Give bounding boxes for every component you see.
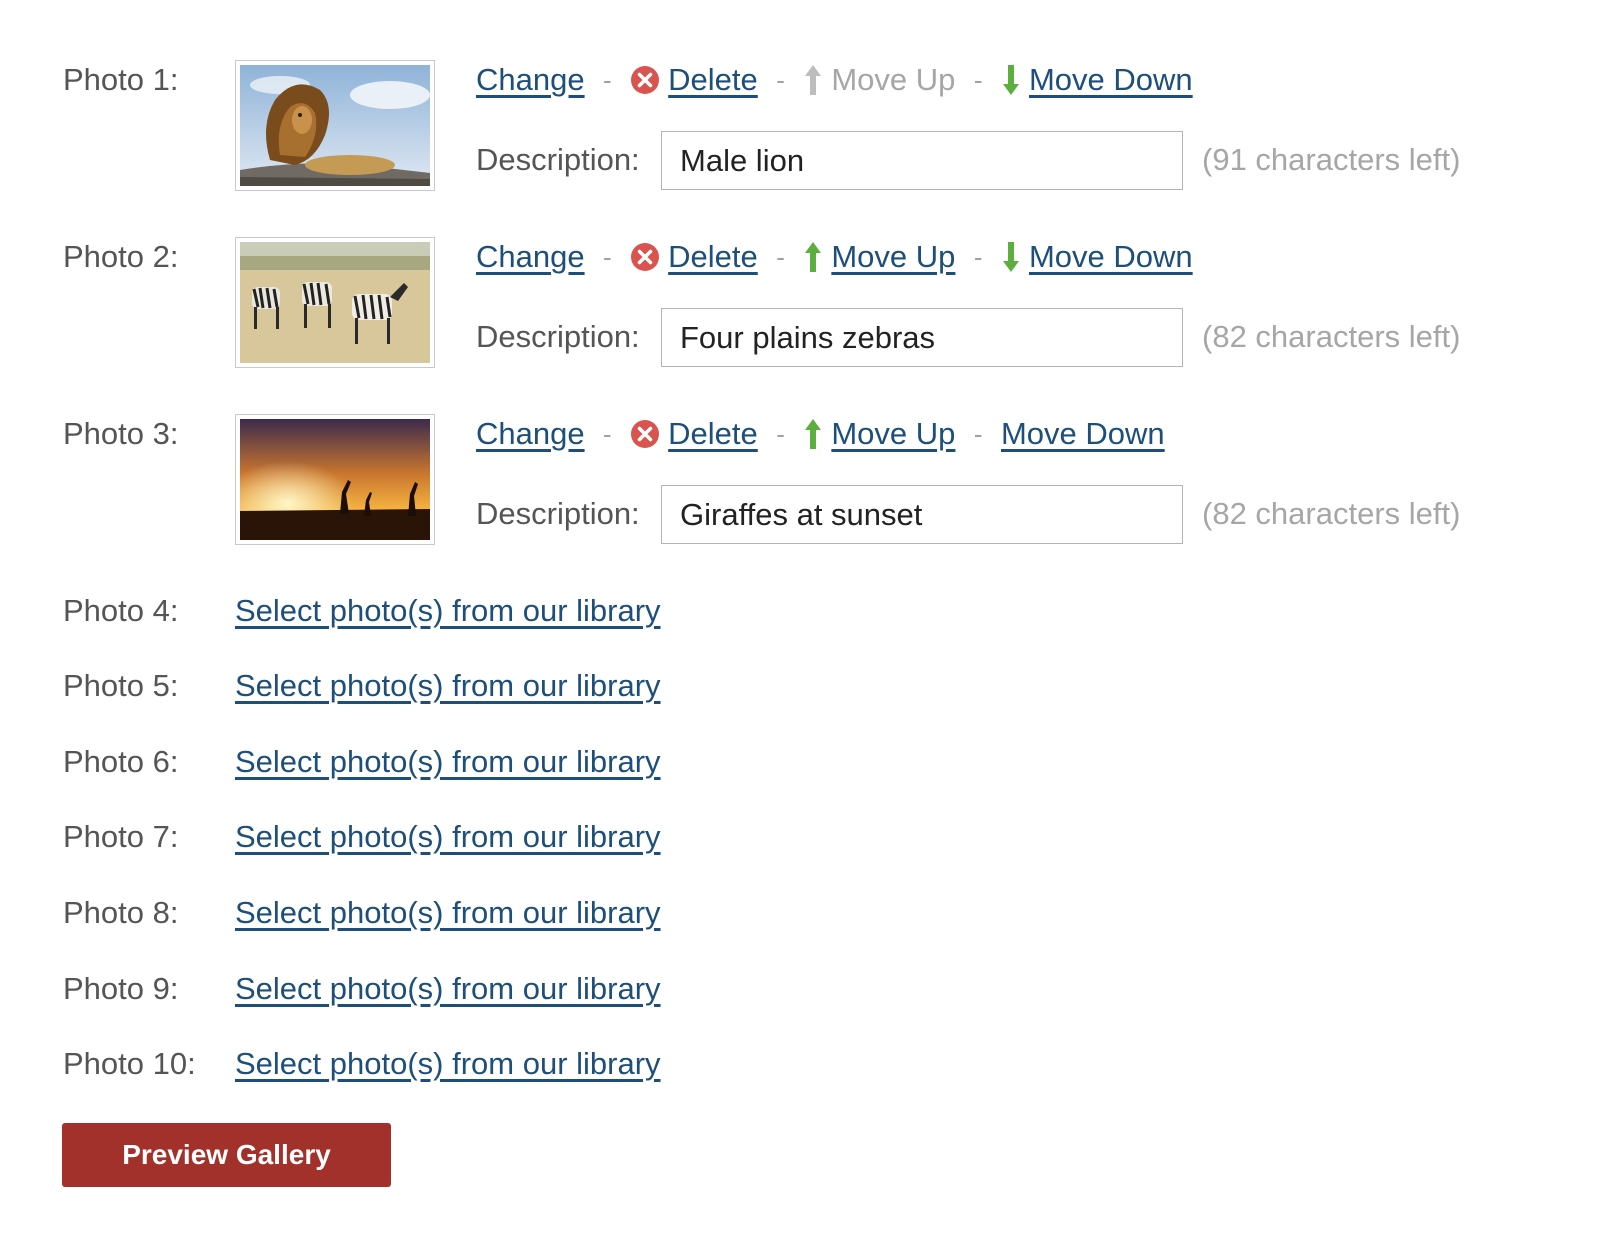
photo-label: Photo 6:: [63, 744, 179, 779]
description-input[interactable]: [661, 131, 1183, 190]
delete-x-icon[interactable]: [630, 242, 660, 272]
arrow-down-icon[interactable]: [1001, 240, 1021, 274]
empty-photo-slot-5: Photo 5: Select photo(s) from our librar…: [0, 666, 1600, 706]
photo-label: Photo 8:: [63, 895, 179, 930]
lion-image: [240, 65, 430, 186]
delete-x-icon[interactable]: [630, 65, 660, 95]
gallery-editor: Photo 1: Change - Delete - Move Up - Mov…: [0, 0, 1600, 1255]
delete-link[interactable]: Delete: [668, 416, 758, 451]
arrow-down-icon[interactable]: [1001, 63, 1021, 97]
move-up-link[interactable]: Move Up: [831, 239, 955, 274]
photo-label: Photo 7:: [63, 819, 179, 854]
move-up-link: Move Up: [831, 62, 956, 97]
select-from-library-link[interactable]: Select photo(s) from our library: [235, 742, 661, 782]
select-from-library-link[interactable]: Select photo(s) from our library: [235, 893, 661, 933]
photo-label: Photo 10:: [63, 1046, 196, 1081]
change-link[interactable]: Change: [476, 62, 585, 97]
separator: -: [973, 241, 983, 272]
description-label: Description:: [476, 496, 640, 531]
arrow-up-icon[interactable]: [803, 240, 823, 274]
characters-left: (82 characters left): [1202, 496, 1461, 531]
zebras-image: [240, 242, 430, 363]
photo-label: Photo 5:: [63, 668, 179, 703]
photo-label: Photo 1:: [63, 62, 179, 97]
empty-photo-slot-9: Photo 9: Select photo(s) from our librar…: [0, 969, 1600, 1009]
change-link[interactable]: Change: [476, 416, 585, 451]
separator: -: [603, 64, 612, 95]
characters-left: (91 characters left): [1202, 142, 1461, 177]
separator: -: [603, 418, 612, 449]
preview-gallery-button[interactable]: Preview Gallery: [62, 1123, 391, 1187]
change-link[interactable]: Change: [476, 239, 585, 274]
separator: -: [603, 241, 612, 272]
separator: -: [973, 418, 983, 449]
move-down-link[interactable]: Move Down: [1029, 239, 1193, 274]
delete-link[interactable]: Delete: [668, 62, 758, 97]
photo-actions: Change - Delete - Move Up - Move Down: [476, 414, 1165, 454]
delete-link[interactable]: Delete: [668, 239, 758, 274]
photo-thumbnail-zebras[interactable]: [235, 237, 435, 368]
giraffes-sunset-image: [240, 419, 430, 540]
photo-thumbnail-giraffes[interactable]: [235, 414, 435, 545]
delete-x-icon[interactable]: [630, 419, 660, 449]
move-down-link[interactable]: Move Down: [1029, 62, 1193, 97]
description-label: Description:: [476, 142, 640, 177]
select-from-library-link[interactable]: Select photo(s) from our library: [235, 666, 661, 706]
move-down-link[interactable]: Move Down: [1001, 416, 1165, 451]
move-up-link[interactable]: Move Up: [831, 416, 955, 451]
description-input[interactable]: [661, 308, 1183, 367]
photo-label: Photo 9:: [63, 971, 179, 1006]
photo-actions: Change - Delete - Move Up - Move Down: [476, 237, 1193, 277]
empty-photo-slot-8: Photo 8: Select photo(s) from our librar…: [0, 893, 1600, 933]
characters-left: (82 characters left): [1202, 319, 1461, 354]
photo-label: Photo 2:: [63, 239, 179, 274]
separator: -: [776, 64, 785, 95]
empty-photo-slot-4: Photo 4: Select photo(s) from our librar…: [0, 591, 1600, 631]
separator: -: [776, 418, 785, 449]
description-input[interactable]: [661, 485, 1183, 544]
arrow-up-icon: [803, 63, 823, 97]
empty-photo-slot-6: Photo 6: Select photo(s) from our librar…: [0, 742, 1600, 782]
separator: -: [973, 64, 983, 95]
photo-thumbnail-lion[interactable]: [235, 60, 435, 191]
photo-label: Photo 4:: [63, 593, 179, 628]
description-label: Description:: [476, 319, 640, 354]
empty-photo-slot-10: Photo 10: Select photo(s) from our libra…: [0, 1044, 1600, 1084]
select-from-library-link[interactable]: Select photo(s) from our library: [235, 1044, 661, 1084]
separator: -: [776, 241, 785, 272]
photo-actions: Change - Delete - Move Up - Move Down: [476, 60, 1193, 100]
empty-photo-slot-7: Photo 7: Select photo(s) from our librar…: [0, 817, 1600, 857]
photo-label: Photo 3:: [63, 416, 179, 451]
select-from-library-link[interactable]: Select photo(s) from our library: [235, 969, 661, 1009]
select-from-library-link[interactable]: Select photo(s) from our library: [235, 591, 661, 631]
arrow-up-icon[interactable]: [803, 417, 823, 451]
select-from-library-link[interactable]: Select photo(s) from our library: [235, 817, 661, 857]
